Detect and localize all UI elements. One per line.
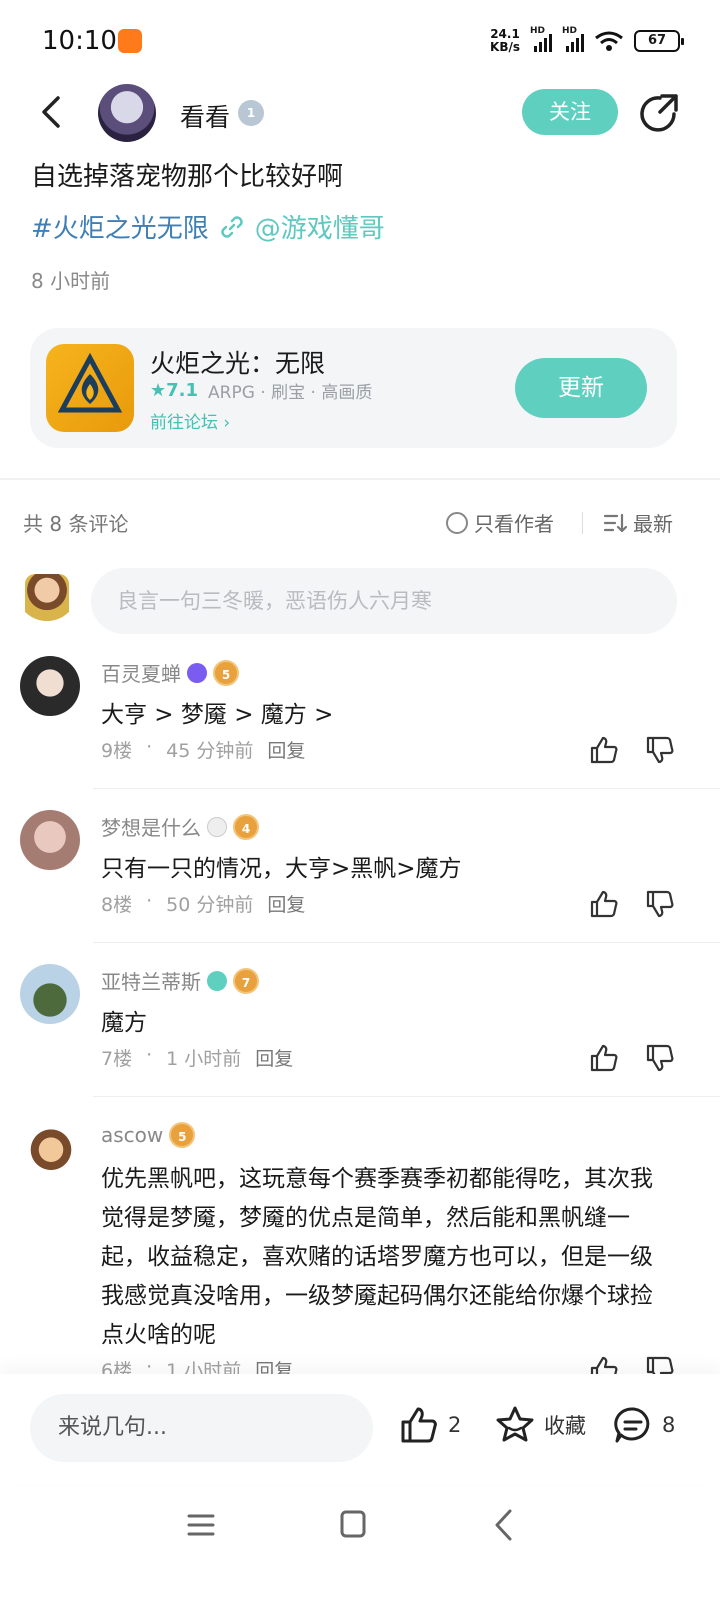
sort-icon (603, 513, 627, 532)
wifi-icon (595, 31, 623, 51)
level-badge: 7 (233, 967, 259, 994)
author-name[interactable]: 看看 (180, 98, 230, 134)
update-button[interactable]: 更新 (515, 358, 647, 418)
reply-button[interactable]: 回复 (267, 890, 305, 917)
status-time: 10:10 (42, 26, 117, 56)
gem-badge-icon (207, 970, 227, 991)
sort-toggle[interactable]: 最新 (603, 508, 673, 537)
game-tags: ARPG · 刷宝 · 高画质 (208, 383, 373, 403)
menu-icon[interactable] (186, 1510, 216, 1540)
comment-count: 8 (662, 1413, 676, 1437)
dislike-icon[interactable] (644, 888, 676, 920)
comment-username[interactable]: 梦想是什么 (101, 812, 201, 841)
game-meta: ★7.1 ARPG · 刷宝 · 高画质 (150, 378, 372, 403)
like-icon[interactable] (588, 734, 620, 766)
author-level-badge: 1 (238, 100, 264, 126)
face-badge-icon (207, 816, 227, 837)
chevron-right-icon: › (223, 413, 231, 433)
dislike-icon[interactable] (644, 1042, 676, 1074)
game-card[interactable]: 火炬之光：无限 ★7.1 ARPG · 刷宝 · 高画质 前往论坛 › 更新 (30, 328, 677, 448)
post-time: 8 小时前 (31, 269, 111, 293)
level-badge: 4 (233, 813, 259, 840)
comment-time: 50 分钟前 (166, 894, 254, 916)
post-title: 自选掉落宠物那个比较好啊 (31, 162, 344, 192)
comment-divider (93, 788, 720, 789)
mention-link[interactable]: @游戏懂哥 (255, 208, 385, 245)
comment-text: 只有一只的情况，大亨>黑帆>魔方 (101, 856, 462, 882)
comment-floor: 8楼 (101, 894, 133, 916)
forum-link[interactable]: 前往论坛 › (150, 408, 230, 433)
status-bar: 10:10 24.1 KB/s HD HD 67 (0, 0, 720, 80)
current-user-avatar (25, 574, 69, 628)
radio-icon[interactable] (446, 511, 468, 534)
comment-text: 大亨 > 梦魇 > 魔方 > (101, 702, 334, 728)
comment-time: 1 小时前 (166, 1048, 242, 1070)
comment-floor: 7楼 (101, 1048, 133, 1070)
section-divider (0, 478, 720, 480)
avatar[interactable] (20, 964, 80, 1024)
game-icon (46, 344, 134, 432)
comment-floor: 9楼 (101, 740, 133, 762)
link-icon (221, 215, 243, 238)
comment-username[interactable]: ascow (101, 1123, 163, 1147)
comment-input[interactable]: 良言一句三冬暖，恶语伤人六月寒 (91, 568, 677, 634)
comment-divider (93, 1096, 720, 1097)
separator (582, 512, 583, 534)
game-rating: ★7.1 (150, 380, 199, 401)
signal-icon: HD (562, 26, 584, 52)
level-badge: 5 (213, 659, 239, 686)
post-header: 看看 1 关注 (0, 80, 720, 150)
level-badge: 5 (169, 1122, 196, 1148)
author-avatar[interactable] (98, 84, 156, 142)
star-icon[interactable] (494, 1404, 536, 1446)
like-icon[interactable] (588, 1042, 620, 1074)
back-icon[interactable] (34, 94, 70, 130)
comment-text: 魔方 (101, 1010, 147, 1036)
author-only-toggle[interactable]: 只看作者 (446, 508, 554, 537)
avatar[interactable] (20, 810, 80, 870)
star-icon: ★ (150, 380, 167, 401)
network-speed: 24.1 KB/s (490, 27, 520, 54)
avatar[interactable] (20, 656, 80, 716)
comment-text: 优先黑帆吧，这玩意每个赛季赛季初都能得吃，其次我觉得是梦魇，梦魇的优点是简单，然… (101, 1166, 653, 1348)
avatar[interactable] (24, 1120, 78, 1174)
nav-back-icon[interactable] (492, 1508, 516, 1542)
follow-button[interactable]: 关注 (522, 89, 618, 135)
home-icon[interactable] (340, 1510, 366, 1538)
share-icon[interactable] (638, 92, 680, 134)
favorite-label: 收藏 (544, 1414, 586, 1438)
reply-button[interactable]: 回复 (267, 736, 305, 763)
like-icon[interactable] (588, 888, 620, 920)
comment-icon[interactable] (612, 1404, 654, 1446)
system-nav-bar (0, 1484, 720, 1600)
signal-icon: HD (530, 26, 552, 52)
pet-badge-icon (187, 662, 207, 683)
comment-username[interactable]: 亚特兰蒂斯 (101, 966, 201, 995)
like-icon[interactable] (398, 1404, 440, 1446)
like-count: 2 (448, 1413, 462, 1437)
bottom-comment-input[interactable]: 来说几句... (30, 1394, 373, 1462)
comment-button[interactable]: 8 (612, 1404, 675, 1446)
bottom-action-bar: 来说几句... 2 收藏 8 (0, 1374, 720, 1484)
comment-username[interactable]: 百灵夏蝉 (101, 658, 181, 687)
app-notification-icon (118, 29, 142, 53)
battery-icon: 67 (634, 30, 684, 52)
post-topics: #火炬之光无限 @游戏懂哥 (31, 208, 385, 245)
comment-time: 45 分钟前 (166, 740, 254, 762)
dislike-icon[interactable] (644, 734, 676, 766)
reply-button[interactable]: 回复 (255, 1044, 293, 1071)
comment-divider (93, 942, 720, 943)
like-button[interactable]: 2 (398, 1404, 461, 1446)
status-indicators: 24.1 KB/s HD HD 67 (490, 26, 684, 54)
game-name: 火炬之光：无限 (150, 349, 326, 378)
topic-tag[interactable]: #火炬之光无限 (31, 208, 209, 245)
comments-count: 共 8 条评论 (23, 512, 129, 536)
favorite-button[interactable]: 收藏 (494, 1404, 586, 1446)
